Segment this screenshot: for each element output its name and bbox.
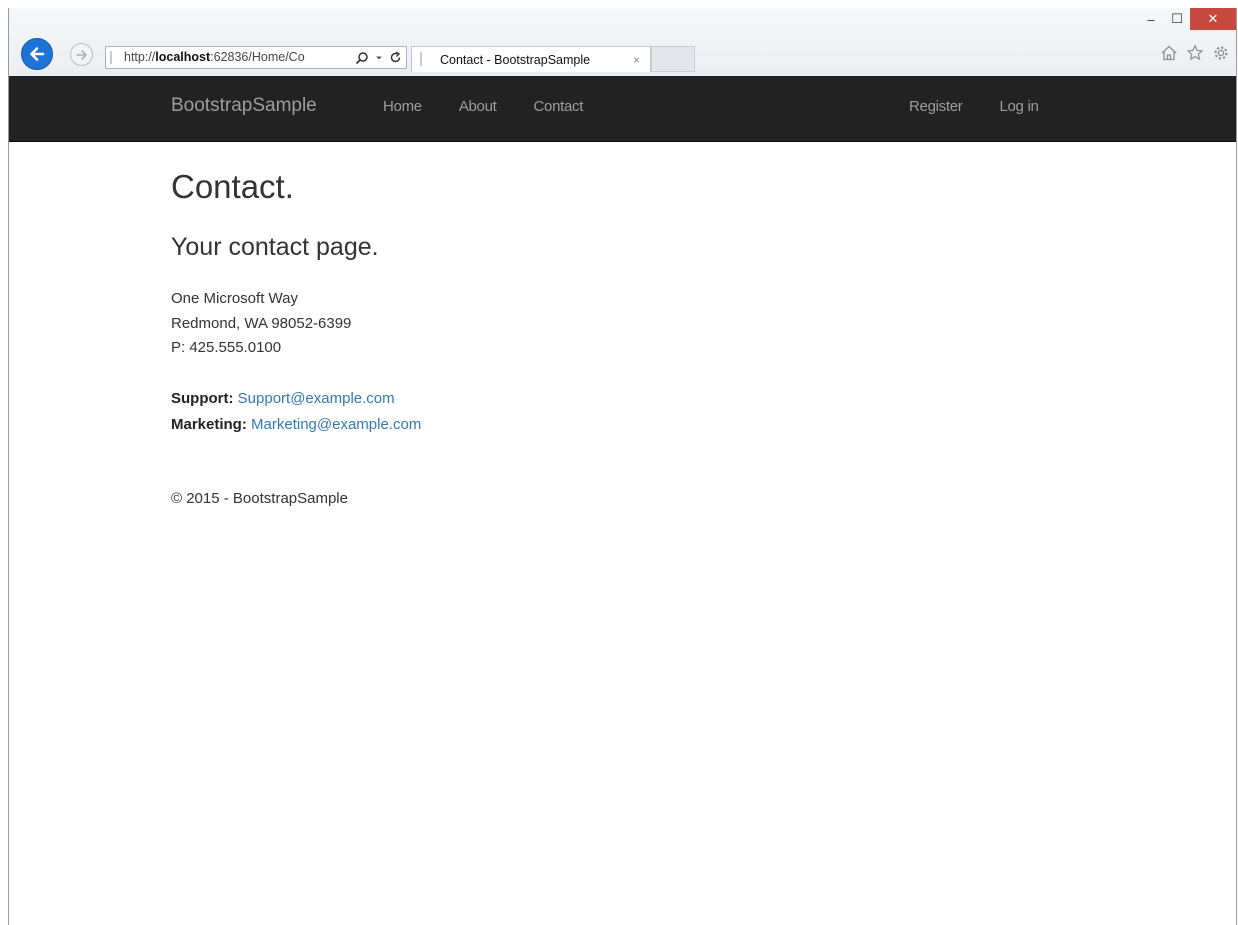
- browser-toolbar-icons: [1160, 44, 1230, 62]
- address-url[interactable]: http://localhost:62836/Home/Co: [124, 47, 305, 68]
- forward-arrow-icon: [75, 49, 87, 60]
- marketing-email-link[interactable]: Marketing@example.com: [251, 416, 421, 433]
- dropdown-icon[interactable]: [375, 54, 383, 62]
- nav-item-login[interactable]: Log in: [999, 98, 1038, 115]
- contact-address: One Microsoft Way Redmond, WA 98052-6399…: [171, 287, 351, 361]
- minimize-button[interactable]: –: [1138, 8, 1164, 30]
- new-tab-button[interactable]: [651, 46, 695, 72]
- marketing-row: Marketing: Marketing@example.com: [171, 412, 421, 438]
- tab-favicon: [420, 52, 429, 66]
- back-arrow-icon: [30, 47, 45, 61]
- nav-item-about[interactable]: About: [459, 98, 497, 115]
- refresh-icon[interactable]: [389, 51, 402, 64]
- browser-window: http://localhost:62836/Home/Co Contact -…: [8, 8, 1237, 925]
- back-button[interactable]: [21, 38, 53, 70]
- address-tools: [351, 47, 402, 68]
- support-row: Support: Support@example.com: [171, 386, 421, 412]
- page-title: Contact.: [171, 168, 294, 205]
- address-street: One Microsoft Way: [171, 290, 298, 307]
- support-email-link[interactable]: Support@example.com: [238, 390, 395, 407]
- browser-chrome: http://localhost:62836/Home/Co Contact -…: [9, 8, 1236, 76]
- page-favicon: [110, 51, 118, 64]
- maximize-button[interactable]: ☐: [1164, 8, 1190, 30]
- navbar-right-menu: Register Log in: [909, 98, 1076, 115]
- search-icon[interactable]: [355, 51, 369, 65]
- tab-close-icon[interactable]: ×: [633, 48, 640, 72]
- url-scheme: http://: [124, 50, 156, 64]
- contact-emails: Support: Support@example.com Marketing: …: [171, 386, 421, 438]
- address-phone: P: 425.555.0100: [171, 339, 282, 356]
- nav-item-home[interactable]: Home: [383, 98, 422, 115]
- home-icon[interactable]: [1160, 44, 1178, 62]
- address-city: Redmond, WA 98052-6399: [171, 314, 352, 332]
- nav-item-contact[interactable]: Contact: [534, 98, 584, 115]
- favorites-star-icon[interactable]: [1186, 44, 1204, 62]
- window-controls: – ☐ ✕: [1138, 8, 1236, 30]
- settings-gear-icon[interactable]: [1212, 44, 1230, 62]
- navbar-brand[interactable]: BootstrapSample: [171, 95, 317, 117]
- nav-item-register[interactable]: Register: [909, 98, 963, 115]
- browser-tab-active[interactable]: Contact - BootstrapSample ×: [411, 46, 651, 72]
- marketing-label: Marketing:: [171, 416, 247, 433]
- site-navbar: BootstrapSample Home About Contact Regis…: [9, 76, 1236, 142]
- navbar-left-menu: Home About Contact: [383, 98, 620, 115]
- close-window-button[interactable]: ✕: [1190, 8, 1236, 30]
- tab-title: Contact - BootstrapSample: [440, 53, 591, 67]
- url-host: localhost: [155, 50, 211, 64]
- page-subtitle: Your contact page.: [171, 233, 379, 261]
- address-bar[interactable]: http://localhost:62836/Home/Co: [105, 46, 407, 69]
- url-path: :62836/Home/Co: [210, 50, 305, 64]
- forward-button[interactable]: [70, 43, 93, 66]
- support-label: Support:: [171, 390, 234, 407]
- page-footer: © 2015 - BootstrapSample: [171, 490, 348, 507]
